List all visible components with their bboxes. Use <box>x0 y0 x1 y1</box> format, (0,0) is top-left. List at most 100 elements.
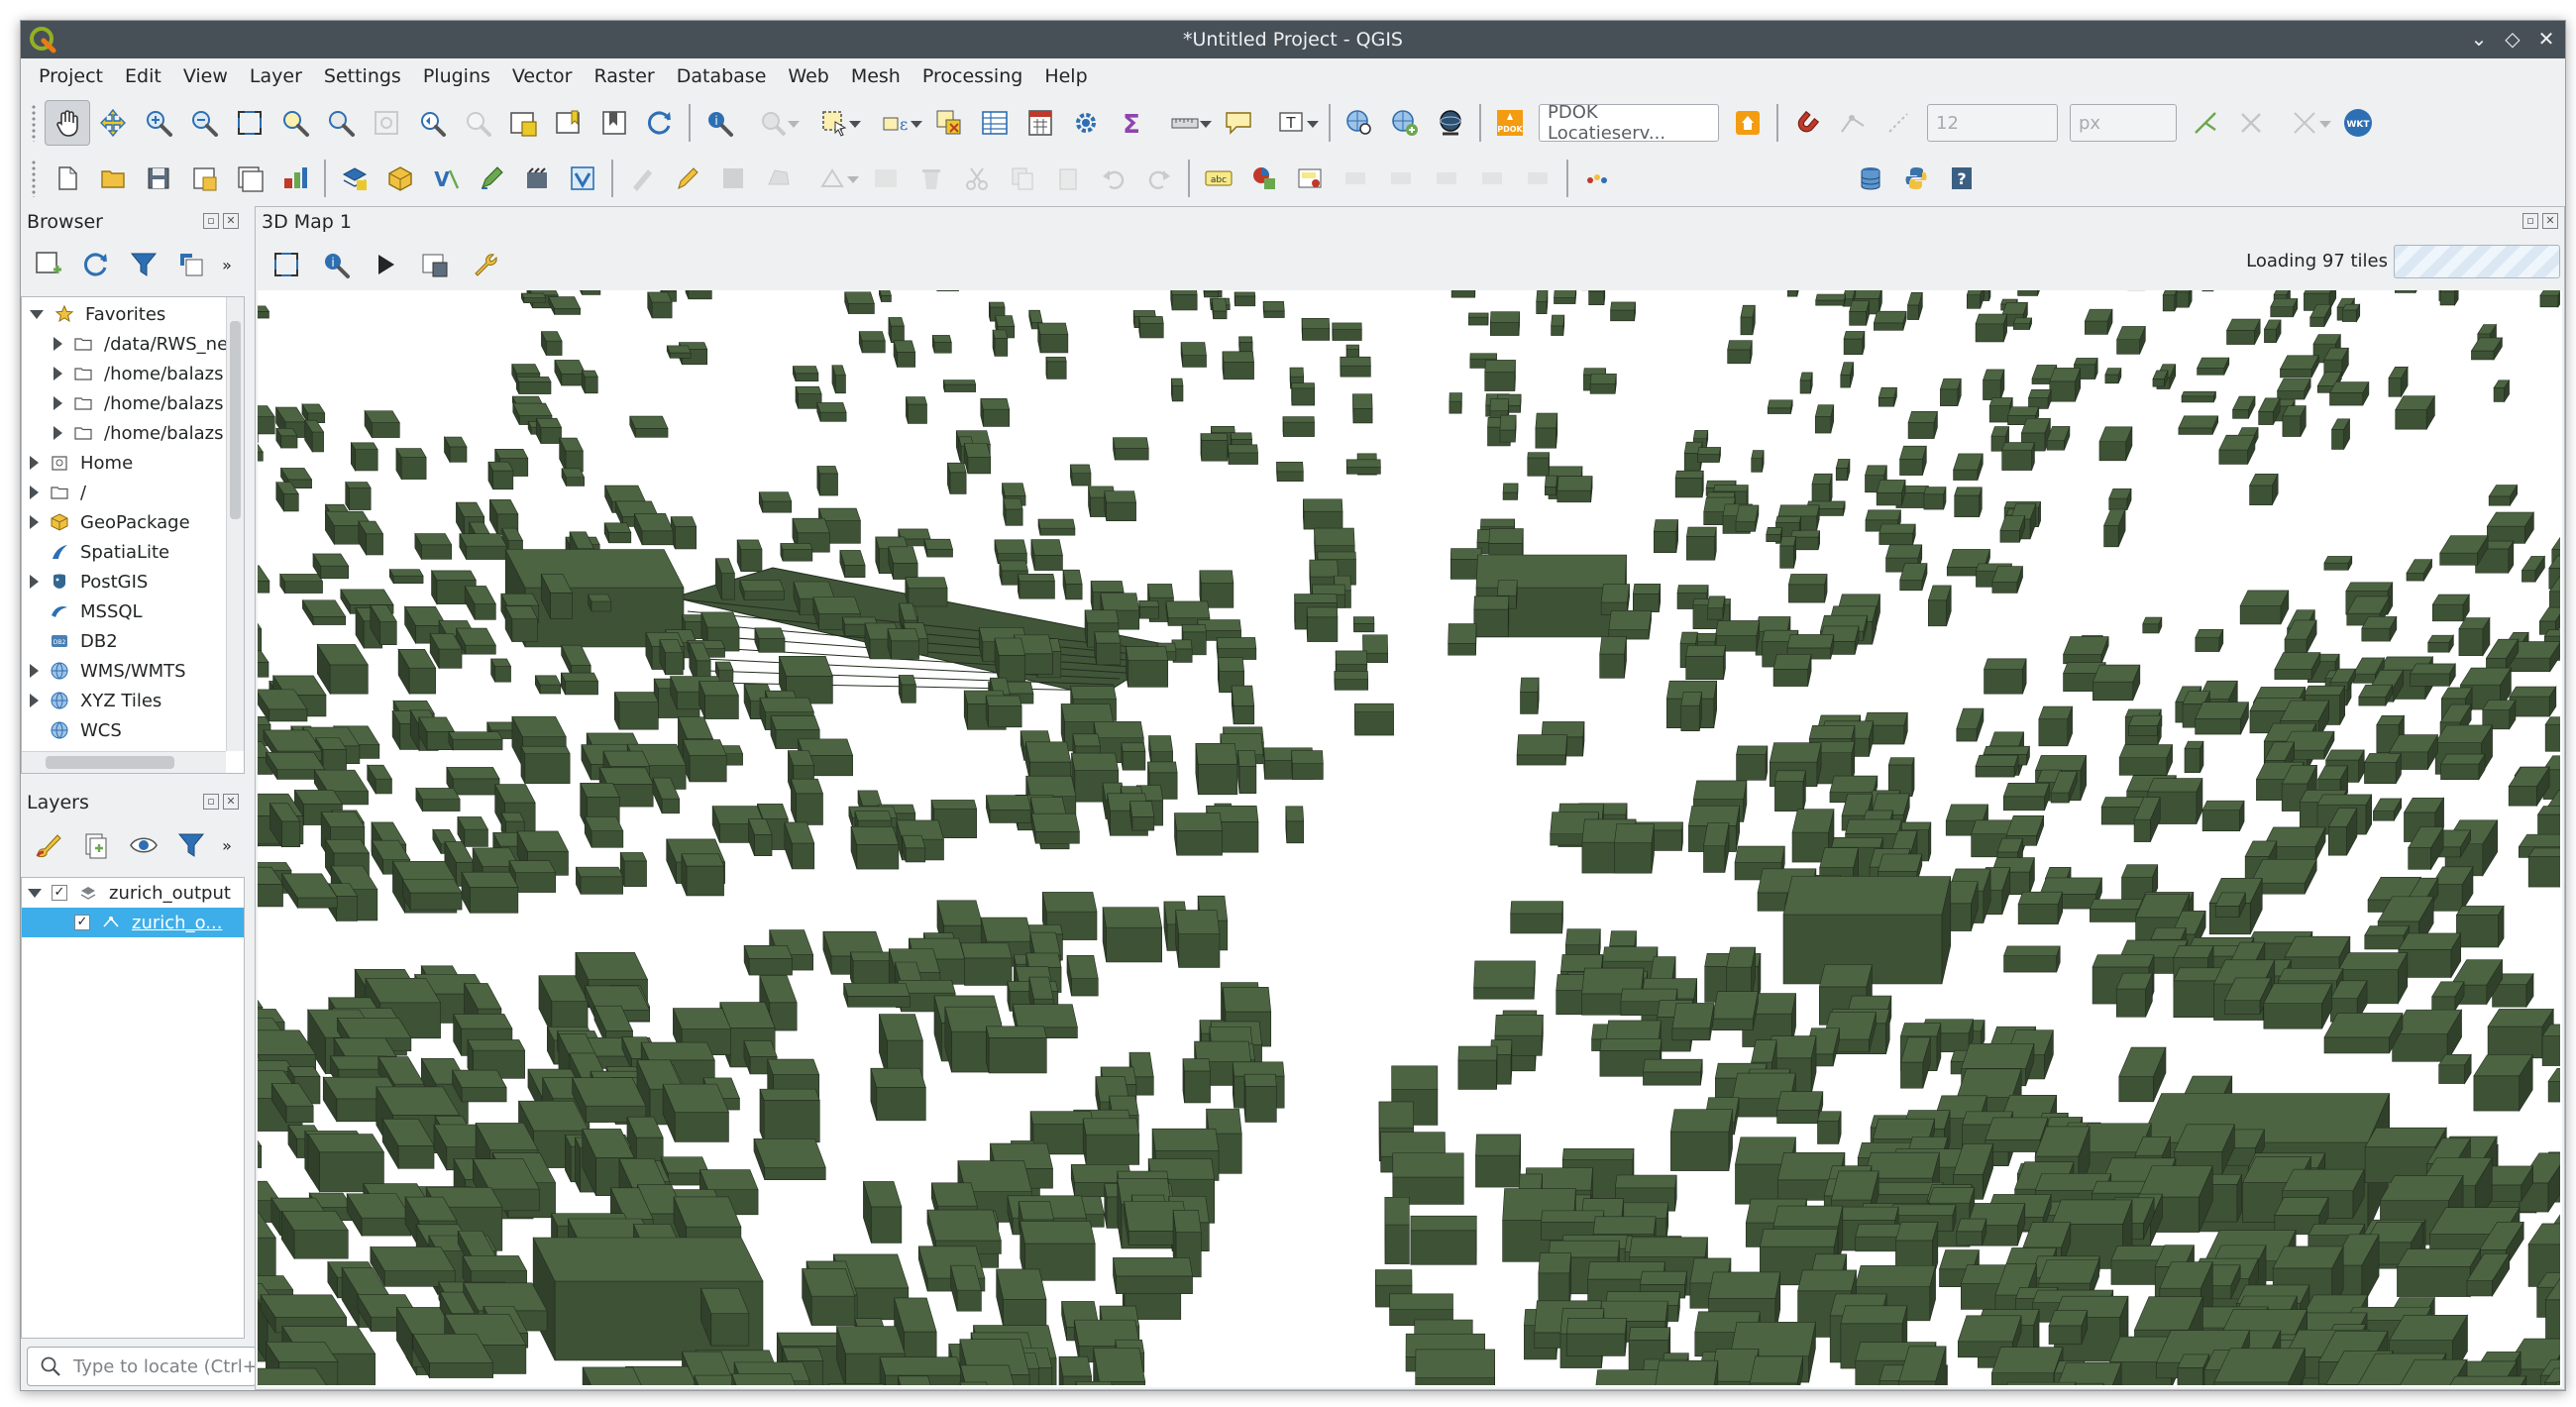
browser-item[interactable]: GeoPackage <box>22 507 244 537</box>
attribute-table-button[interactable] <box>972 100 1018 146</box>
zoom-in-button[interactable] <box>136 100 181 146</box>
collapse-arrow-icon[interactable] <box>30 575 39 589</box>
show-hide-labels-button[interactable] <box>1378 156 1424 201</box>
menu-database[interactable]: Database <box>677 65 767 87</box>
collapse-arrow-icon[interactable] <box>54 337 62 351</box>
browser-item[interactable]: DB2 DB2 <box>22 626 244 656</box>
browser-item[interactable]: /home/balazs <box>22 359 244 388</box>
menu-web[interactable]: Web <box>788 65 828 87</box>
delete-selected-button[interactable] <box>909 156 954 201</box>
measure-line-dropdown[interactable] <box>1154 100 1216 146</box>
pdok-locator-input[interactable]: PDOK Locatieserv... <box>1539 102 1719 144</box>
open-project-button[interactable] <box>90 156 136 201</box>
show-bookmarks-button[interactable] <box>591 100 637 146</box>
pan-to-selection-button[interactable] <box>90 100 136 146</box>
minimize-button[interactable]: ⌄ <box>2466 26 2492 52</box>
menu-mesh[interactable]: Mesh <box>851 65 901 87</box>
3d-configure-button[interactable] <box>460 242 509 287</box>
close-panel-button[interactable]: ✕ <box>2542 213 2558 229</box>
browser-item[interactable]: PostGIS <box>22 567 244 596</box>
menu-edit[interactable]: Edit <box>125 65 161 87</box>
text-annotation-dropdown[interactable]: T <box>1261 100 1323 146</box>
new-project-button[interactable] <box>45 156 90 201</box>
menu-plugins[interactable]: Plugins <box>423 65 490 87</box>
browser-item[interactable]: /data/RWS_ne <box>22 329 244 359</box>
processing-toolbox-button[interactable] <box>1063 100 1109 146</box>
layers-more-button[interactable]: » <box>215 822 239 868</box>
digitize-button[interactable] <box>469 156 514 201</box>
browser-item[interactable]: MSSQL <box>22 596 244 626</box>
new-map-view-button[interactable] <box>500 100 546 146</box>
layer-visibility-checkbox[interactable]: ✓ <box>74 915 90 930</box>
menu-help[interactable]: Help <box>1044 65 1087 87</box>
filter-legend-button[interactable] <box>167 822 215 868</box>
browser-item[interactable]: Home <box>22 448 244 478</box>
collapse-arrow-icon[interactable] <box>30 694 39 707</box>
change-label-button[interactable] <box>1515 156 1560 201</box>
toolbar-grip[interactable] <box>31 104 37 142</box>
browser-tree[interactable]: Favorites/data/RWS_ne/home/balazs/home/b… <box>21 296 245 774</box>
tracing-dropdown[interactable] <box>2274 100 2335 146</box>
metasearch-button[interactable] <box>1337 100 1382 146</box>
collapse-arrow-icon[interactable] <box>30 664 39 678</box>
move-label-button[interactable] <box>1424 156 1469 201</box>
snapping-unit-select[interactable]: px <box>2070 104 2177 142</box>
new-virtual-layer-button[interactable]: V <box>423 156 469 201</box>
save-project-button[interactable] <box>136 156 181 201</box>
measure-tool-dropdown[interactable] <box>742 100 804 146</box>
rotate-label-button[interactable] <box>1469 156 1515 201</box>
avoid-overlap-button[interactable] <box>2228 100 2274 146</box>
style-manager-button[interactable] <box>272 156 318 201</box>
browser-vertical-scrollbar[interactable] <box>226 297 244 751</box>
3d-identify-button[interactable]: i <box>311 242 361 287</box>
expand-arrow-icon[interactable] <box>28 888 42 898</box>
python-console-button[interactable] <box>1893 156 1939 201</box>
zoom-full-button[interactable] <box>227 100 272 146</box>
cut-features-button[interactable] <box>954 156 1000 201</box>
redo-button[interactable] <box>1136 156 1182 201</box>
menu-view[interactable]: View <box>183 65 228 87</box>
filter-browser-button[interactable] <box>120 242 167 287</box>
save-edits-button[interactable] <box>710 156 756 201</box>
browser-item[interactable]: /home/balazs <box>22 388 244 418</box>
spatial-bookmark-button[interactable] <box>546 100 591 146</box>
zoom-next-button[interactable] <box>455 100 500 146</box>
refresh-browser-button[interactable] <box>72 242 120 287</box>
maximize-button[interactable]: ◇ <box>2500 26 2525 52</box>
locator-search-input[interactable]: Type to locate (Ctrl+K) <box>27 1347 257 1386</box>
paste-features-button[interactable] <box>1045 156 1091 201</box>
collapse-arrow-icon[interactable] <box>30 456 39 470</box>
browser-item[interactable]: SpatiaLite <box>22 537 244 567</box>
menu-layer[interactable]: Layer <box>250 65 302 87</box>
zoom-to-layer-button[interactable] <box>318 100 364 146</box>
pin-labels-button[interactable] <box>1333 156 1378 201</box>
undo-button[interactable] <box>1091 156 1136 201</box>
browser-item[interactable]: WCS <box>22 715 244 745</box>
collapse-arrow-icon[interactable] <box>30 515 39 529</box>
browser-item[interactable]: Favorites <box>22 299 244 329</box>
add-group-button[interactable] <box>72 822 120 868</box>
snapping-button[interactable] <box>1784 100 1830 146</box>
collapse-arrow-icon[interactable] <box>54 396 62 410</box>
select-features-dropdown[interactable] <box>804 100 865 146</box>
new-print-layout-button[interactable] <box>181 156 227 201</box>
pdok-plugin-button[interactable]: PDOK <box>1487 100 1533 146</box>
refresh-button[interactable] <box>637 100 683 146</box>
layer-diagram-button[interactable] <box>1241 156 1287 201</box>
browser-item[interactable]: /home/balazs <box>22 418 244 448</box>
float-panel-button[interactable]: ▫ <box>2522 213 2538 229</box>
menu-project[interactable]: Project <box>39 65 103 87</box>
3d-animation-button[interactable] <box>361 242 410 287</box>
collapse-arrow-icon[interactable] <box>54 367 62 380</box>
db-manager-button[interactable] <box>1848 156 1893 201</box>
expand-arrow-icon[interactable] <box>30 309 44 319</box>
pdok-search-button[interactable] <box>1725 100 1771 146</box>
data-source-manager-button[interactable] <box>560 156 605 201</box>
quickwkt-button[interactable]: WKT <box>2335 100 2381 146</box>
topological-editing-button[interactable] <box>2183 100 2228 146</box>
collapse-all-button[interactable] <box>167 242 215 287</box>
zoom-to-selection-button[interactable] <box>272 100 318 146</box>
menu-raster[interactable]: Raster <box>593 65 654 87</box>
menu-processing[interactable]: Processing <box>922 65 1022 87</box>
layer-row-selected[interactable]: ✓ zurich_o... <box>22 908 244 937</box>
